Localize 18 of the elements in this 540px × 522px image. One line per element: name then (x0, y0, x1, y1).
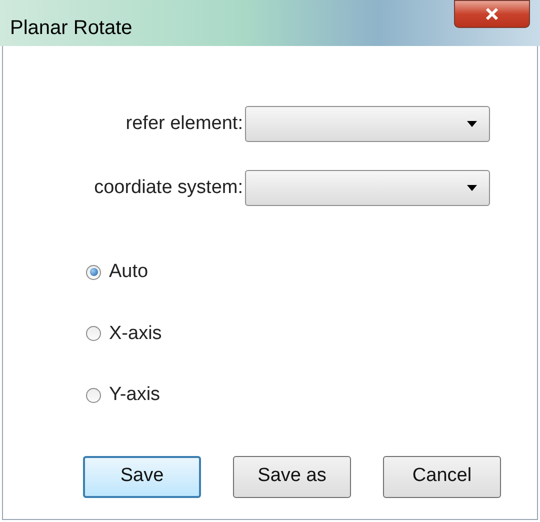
dialog-button[interactable]: Cancel (383, 456, 501, 498)
close-icon (485, 7, 499, 21)
field-label: coordiate system: (93, 176, 244, 200)
dropdown-field[interactable] (245, 170, 490, 206)
radio-button[interactable] (86, 388, 101, 403)
radio-button[interactable] (86, 264, 101, 280)
close-button[interactable] (454, 0, 530, 28)
dialog-button[interactable]: Save (83, 456, 201, 498)
radio-label: X-axis (109, 322, 162, 346)
dropdown-field[interactable] (245, 106, 490, 142)
caret-icon (467, 185, 477, 191)
radio-button[interactable] (86, 326, 101, 342)
dialog-button[interactable]: Save as (233, 456, 351, 498)
radio-label: Y-axis (109, 383, 160, 407)
radio-label: Auto (109, 260, 148, 284)
caret-icon (467, 121, 477, 127)
field-label: refer element: (124, 112, 244, 136)
window-title: Planar Rotate (10, 18, 132, 38)
